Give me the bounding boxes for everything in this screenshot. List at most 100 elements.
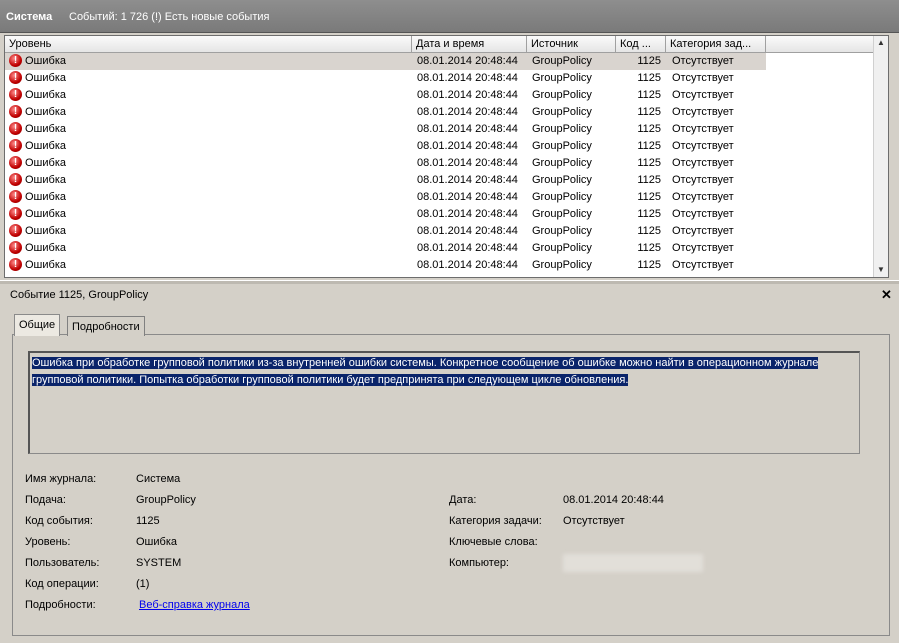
table-row[interactable]: Ошибка 08.01.2014 20:48:44 GroupPolicy 1125… <box>5 87 888 104</box>
column-header-category[interactable]: Категория зад... <box>666 36 766 52</box>
table-row[interactable]: Ошибка 08.01.2014 20:48:44 GroupPolicy 1125… <box>5 223 888 240</box>
tab-details[interactable]: Подробности <box>67 316 145 336</box>
error-icon <box>9 189 22 203</box>
cell-level: Ошибка <box>9 87 409 104</box>
cell-datetime: 08.01.2014 20:48:44 <box>417 208 518 220</box>
cell-level: Ошибка <box>9 257 409 274</box>
level-text: Ошибка <box>25 106 66 118</box>
column-header-source[interactable]: Источник <box>527 36 616 52</box>
log-name-label: Имя журнала: <box>25 473 97 485</box>
level-text: Ошибка <box>25 242 66 254</box>
date-label: Дата: <box>449 494 477 506</box>
level-text: Ошибка <box>25 55 66 67</box>
table-row[interactable]: Ошибка 08.01.2014 20:48:44 GroupPolicy 1125… <box>5 189 888 206</box>
cell-level: Ошибка <box>9 172 409 189</box>
cell-category: Отсутствует <box>672 89 734 101</box>
cell-datetime: 08.01.2014 20:48:44 <box>417 106 518 118</box>
cell-category: Отсутствует <box>672 55 734 67</box>
event-detail-title: Событие 1125, GroupPolicy <box>10 289 149 301</box>
level-text: Ошибка <box>25 191 66 203</box>
cell-datetime: 08.01.2014 20:48:44 <box>417 123 518 135</box>
opcode-label: Код операции: <box>25 578 99 590</box>
error-icon <box>9 206 22 220</box>
grid-scrollbar[interactable]: ▲ ▼ <box>873 36 888 277</box>
level-text: Ошибка <box>25 157 66 169</box>
event-id-value: 1125 <box>136 515 160 527</box>
cell-code: 1125 <box>637 140 661 152</box>
log-title: Система <box>6 11 53 23</box>
column-header-code[interactable]: Код ... <box>616 36 666 52</box>
event-message[interactable]: Ошибка при обработке групповой политики … <box>28 351 860 454</box>
table-row[interactable]: Ошибка 08.01.2014 20:48:44 GroupPolicy 1125… <box>5 155 888 172</box>
cell-datetime: 08.01.2014 20:48:44 <box>417 140 518 152</box>
cell-category: Отсутствует <box>672 157 734 169</box>
cell-code: 1125 <box>637 225 661 237</box>
cell-level: Ошибка <box>9 53 409 70</box>
cell-category: Отсутствует <box>672 225 734 237</box>
cell-level: Ошибка <box>9 104 409 121</box>
table-row[interactable]: Ошибка 08.01.2014 20:48:44 GroupPolicy 1125… <box>5 172 888 189</box>
cell-code: 1125 <box>637 174 661 186</box>
task-category-value: Отсутствует <box>563 515 625 527</box>
cell-datetime: 08.01.2014 20:48:44 <box>417 242 518 254</box>
event-id-label: Код события: <box>25 515 93 527</box>
cell-code: 1125 <box>637 208 661 220</box>
scroll-up-icon[interactable]: ▲ <box>874 36 888 50</box>
error-icon <box>9 70 22 84</box>
cell-category: Отсутствует <box>672 140 734 152</box>
table-row[interactable]: Ошибка 08.01.2014 20:48:44 GroupPolicy 1125… <box>5 257 888 274</box>
cell-level: Ошибка <box>9 240 409 257</box>
cell-level: Ошибка <box>9 121 409 138</box>
cell-code: 1125 <box>637 242 661 254</box>
level-text: Ошибка <box>25 208 66 220</box>
source-label: Подача: <box>25 494 66 506</box>
cell-source: GroupPolicy <box>532 208 592 220</box>
cell-level: Ошибка <box>9 70 409 87</box>
splitter[interactable] <box>0 280 899 284</box>
tab-general[interactable]: Общие <box>14 314 61 336</box>
level-text: Ошибка <box>25 123 66 135</box>
table-row[interactable]: Ошибка 08.01.2014 20:48:44 GroupPolicy 1125… <box>5 138 888 155</box>
cell-datetime: 08.01.2014 20:48:44 <box>417 72 518 84</box>
error-icon <box>9 257 22 271</box>
cell-code: 1125 <box>637 55 661 67</box>
cell-datetime: 08.01.2014 20:48:44 <box>417 157 518 169</box>
date-value: 08.01.2014 20:48:44 <box>563 494 664 506</box>
table-row[interactable]: Ошибка 08.01.2014 20:48:44 GroupPolicy 1125… <box>5 121 888 138</box>
scroll-down-icon[interactable]: ▼ <box>874 263 888 277</box>
events-grid[interactable]: Уровень Дата и время Источник Код ... Ка… <box>4 35 889 278</box>
cell-source: GroupPolicy <box>532 123 592 135</box>
level-text: Ошибка <box>25 225 66 237</box>
table-row[interactable]: Ошибка 08.01.2014 20:48:44 GroupPolicy 1125… <box>5 104 888 121</box>
cell-category: Отсутствует <box>672 174 734 186</box>
cell-level: Ошибка <box>9 223 409 240</box>
table-row[interactable]: Ошибка 08.01.2014 20:48:44 GroupPolicy 1125… <box>5 53 888 70</box>
cell-source: GroupPolicy <box>532 106 592 118</box>
events-count: Событий: 1 726 (!) Есть новые события <box>69 11 270 23</box>
cell-category: Отсутствует <box>672 106 734 118</box>
cell-datetime: 08.01.2014 20:48:44 <box>417 55 518 67</box>
grid-header: Уровень Дата и время Источник Код ... Ка… <box>5 36 888 53</box>
source-value: GroupPolicy <box>136 494 196 506</box>
cell-category: Отсутствует <box>672 208 734 220</box>
cell-source: GroupPolicy <box>532 191 592 203</box>
cell-source: GroupPolicy <box>532 157 592 169</box>
cell-code: 1125 <box>637 123 661 135</box>
cell-level: Ошибка <box>9 138 409 155</box>
table-row[interactable]: Ошибка 08.01.2014 20:48:44 GroupPolicy 1125… <box>5 240 888 257</box>
error-icon <box>9 121 22 135</box>
column-header-datetime[interactable]: Дата и время <box>412 36 527 52</box>
cell-level: Ошибка <box>9 189 409 206</box>
opcode-value: (1) <box>136 578 150 590</box>
column-header-level[interactable]: Уровень <box>5 36 412 52</box>
more-info-link[interactable]: Веб-справка журнала <box>139 599 250 611</box>
table-row[interactable]: Ошибка 08.01.2014 20:48:44 GroupPolicy 1125… <box>5 70 888 87</box>
cell-source: GroupPolicy <box>532 89 592 101</box>
table-row[interactable]: Ошибка 08.01.2014 20:48:44 GroupPolicy 1125… <box>5 206 888 223</box>
error-icon <box>9 53 22 67</box>
cell-datetime: 08.01.2014 20:48:44 <box>417 259 518 271</box>
close-icon[interactable]: ✕ <box>881 287 892 303</box>
user-label: Пользователь: <box>25 557 100 569</box>
cell-code: 1125 <box>637 106 661 118</box>
cell-category: Отсутствует <box>672 72 734 84</box>
